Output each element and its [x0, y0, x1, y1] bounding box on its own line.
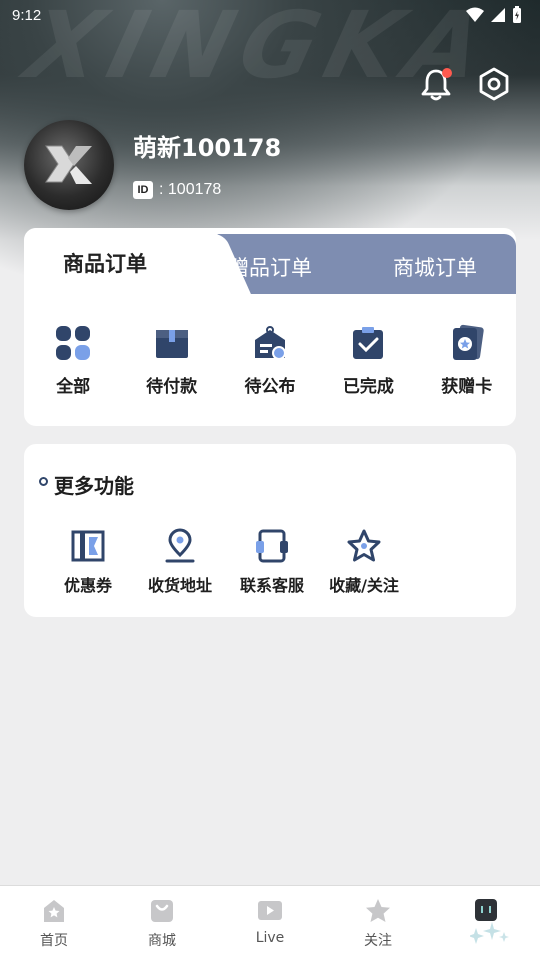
order-item-to-be-announced[interactable]: 待公布: [221, 324, 319, 397]
bottom-navigation: 首页 商城 Live 关注: [0, 885, 540, 960]
user-id-value: : 100178: [159, 181, 222, 198]
order-item-completed[interactable]: 已完成: [319, 324, 417, 397]
order-item-gift-cards[interactable]: 获赠卡: [418, 324, 516, 397]
nav-home[interactable]: 首页: [0, 886, 108, 960]
check-icon: [353, 327, 384, 359]
nav-label: 商城: [148, 933, 176, 949]
header-actions: [418, 66, 512, 102]
nav-label: 首页: [40, 933, 68, 949]
pending-icon: [254, 326, 286, 360]
order-item-label: 已完成: [342, 377, 394, 397]
status-time: 9:12: [12, 7, 42, 24]
tab-gift-orders[interactable]: 赠品订单: [228, 252, 312, 282]
order-status-list: 全部 待付款 待公布 已完成 获赠卡: [24, 324, 516, 397]
card-icon: [452, 324, 484, 360]
wifi-icon: [466, 7, 484, 22]
feature-label: 联系客服: [239, 576, 304, 595]
x-logo-icon: [45, 145, 92, 184]
nav-follow[interactable]: 关注: [324, 886, 432, 960]
nav-live[interactable]: Live: [216, 886, 324, 960]
feature-label: 收藏/关注: [329, 576, 399, 595]
grid-icon: [56, 326, 91, 360]
orders-card: 商品订单 赠品订单 商城订单 全部 待付款 待公布 已完成 获赠卡: [24, 228, 516, 426]
order-item-all[interactable]: 全部: [24, 324, 122, 397]
location-icon: [165, 528, 195, 563]
nav-mall[interactable]: 商城: [108, 886, 216, 960]
feature-label: 优惠券: [63, 576, 112, 595]
star-icon: [366, 899, 390, 922]
battery-icon: [513, 6, 521, 23]
sparkle-decoration-icon: [470, 922, 509, 944]
more-features-card: 更多功能 优惠券 收货地址 联系客服 收藏/关注: [24, 444, 516, 617]
nav-label: 关注: [364, 933, 392, 949]
tab-mall-orders[interactable]: 商城订单: [393, 252, 477, 282]
order-item-pending-payment[interactable]: 待付款: [122, 324, 220, 397]
order-item-label: 全部: [56, 377, 91, 397]
wallet-icon: [155, 330, 188, 358]
status-bar: 9:12: [0, 0, 540, 32]
order-item-label: 待公布: [244, 377, 296, 397]
status-icons: [466, 6, 522, 24]
order-item-label: 获赠卡: [441, 377, 493, 397]
user-id-row: ID : 100178: [133, 181, 221, 199]
home-icon: [44, 900, 64, 922]
customer-service-icon: [256, 529, 288, 563]
more-features-title: 更多功能: [54, 474, 134, 498]
signal-icon: [491, 8, 505, 22]
feature-customer-service[interactable]: 联系客服: [226, 528, 318, 596]
tab-goods-orders[interactable]: 商品订单: [63, 248, 147, 278]
notification-button[interactable]: [418, 66, 454, 102]
feature-coupons[interactable]: 优惠券: [42, 528, 134, 596]
play-icon: [258, 901, 282, 920]
notification-dot: [442, 68, 452, 78]
feature-shipping-address[interactable]: 收货地址: [134, 528, 226, 596]
feature-label: 收货地址: [147, 576, 212, 595]
avatar[interactable]: [24, 120, 114, 210]
order-item-label: 待付款: [146, 377, 198, 397]
bag-icon: [151, 900, 173, 922]
coupon-icon: [71, 530, 105, 562]
gear-icon: [479, 67, 509, 101]
star-icon: [347, 529, 381, 562]
settings-button[interactable]: [476, 66, 512, 102]
nav-label: Live: [255, 930, 285, 946]
feature-favorites[interactable]: 收藏/关注: [318, 528, 410, 596]
id-badge: ID: [133, 181, 153, 199]
username: 萌新100178: [133, 134, 282, 162]
section-bullet: [39, 477, 48, 486]
more-features-list: 优惠券 收货地址 联系客服 收藏/关注: [42, 528, 410, 596]
